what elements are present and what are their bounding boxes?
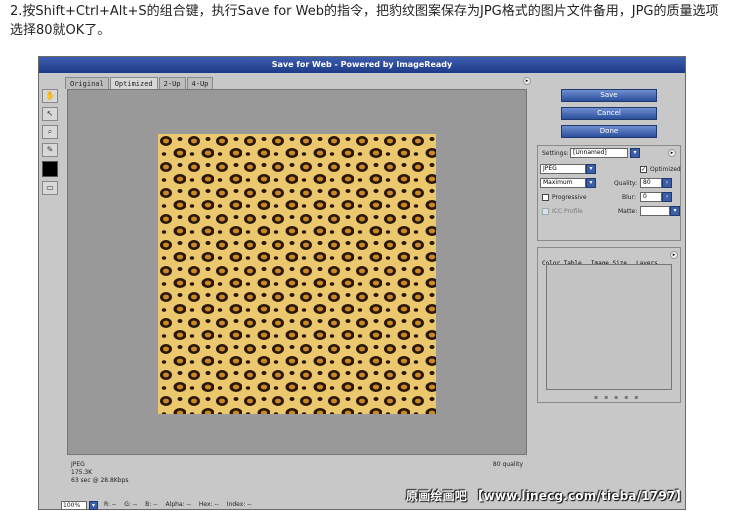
matte-dropdown-icon[interactable]: ▾ — [670, 206, 680, 216]
info-time: 63 sec @ 28.8Kbps — [71, 477, 129, 484]
tab-optimized[interactable]: Optimized — [109, 77, 158, 89]
color-table-menu-icon[interactable]: ▸ — [670, 251, 678, 259]
color-table-buttons-icon[interactable]: ▪▪▪▪▪ — [594, 394, 644, 401]
hand-tool-icon[interactable]: ✋ — [42, 89, 58, 103]
blur-label: Blur: — [622, 194, 636, 201]
format-dropdown-icon[interactable]: ▾ — [586, 164, 596, 174]
view-tabs: Original Optimized 2-Up 4-Up — [65, 77, 214, 89]
status-b: B: -- — [145, 501, 158, 508]
icc-profile-checkbox[interactable] — [542, 208, 549, 215]
progressive-label: Progressive — [552, 194, 587, 201]
leopard-pattern-image — [158, 134, 436, 414]
eyedropper-tool-icon[interactable]: ✎ — [42, 143, 58, 157]
color-table-panel: Color Table Image Size Layers ▸ ▪▪▪▪▪ — [537, 247, 681, 403]
zoom-dropdown-icon[interactable]: ▾ — [89, 500, 98, 510]
quality-preset-select[interactable]: Maximum — [540, 178, 586, 188]
toolbox: ✋ ↖ ⌕ ✎ ▭ — [41, 89, 59, 249]
status-g: G: -- — [124, 501, 138, 508]
format-select[interactable]: JPEG — [540, 164, 586, 174]
eyedropper-color-swatch[interactable] — [42, 161, 58, 177]
preview-canvas[interactable] — [67, 89, 527, 455]
slice-select-tool-icon[interactable]: ↖ — [42, 107, 58, 121]
image-info-bar: JPEG 175.3K 63 sec @ 28.8Kbps 80 quality — [67, 455, 527, 491]
tab-4-up[interactable]: 4-Up — [186, 77, 214, 89]
status-r: R: -- — [104, 501, 117, 508]
quality-slider-icon[interactable]: › — [662, 178, 672, 188]
done-button[interactable]: Done — [561, 125, 657, 138]
blur-input[interactable]: 0 — [640, 192, 662, 202]
blur-slider-icon[interactable]: › — [662, 192, 672, 202]
optimized-label: Optimized — [650, 166, 681, 173]
quality-input[interactable]: 80 — [640, 178, 662, 188]
cancel-button[interactable]: Cancel — [561, 107, 657, 120]
quality-preset-dropdown-icon[interactable]: ▾ — [586, 178, 596, 188]
toggle-slices-icon[interactable]: ▭ — [42, 181, 58, 195]
matte-label: Matte: — [618, 208, 638, 215]
settings-preset-select[interactable]: [Unnamed] — [570, 148, 628, 158]
info-format: JPEG — [71, 461, 85, 468]
info-quality: 80 quality — [492, 461, 523, 468]
settings-menu-icon[interactable]: ▸ — [668, 149, 676, 157]
settings-preset-dropdown-icon[interactable]: ▾ — [630, 148, 640, 158]
instruction-caption: 2.按Shift+Ctrl+Alt+S的组合键，执行Save for Web的指… — [10, 4, 719, 38]
tab-original[interactable]: Original — [65, 77, 109, 89]
settings-panel: Settings: [Unnamed] ▾ ▸ JPEG ▾ ✓ Optimiz… — [537, 145, 681, 241]
tab-2-up[interactable]: 2-Up — [158, 77, 186, 89]
settings-label: Settings: — [542, 150, 569, 157]
status-index: Index: -- — [226, 501, 252, 508]
save-for-web-dialog: Save for Web - Powered by ImageReady Ori… — [38, 56, 686, 510]
zoom-level-field[interactable]: 100% — [61, 500, 87, 510]
preview-menu-icon[interactable]: ▸ — [523, 77, 531, 85]
window-title: Save for Web - Powered by ImageReady — [39, 57, 685, 73]
watermark-text: 原画绘画吧 【www.linecg.com/tieba/1797】 — [406, 489, 688, 503]
icc-profile-label: ICC Profile — [552, 208, 583, 215]
save-button[interactable]: Save — [561, 89, 657, 102]
matte-select[interactable] — [640, 206, 670, 216]
status-hex: Hex: -- — [198, 501, 219, 508]
status-alpha: Alpha: -- — [165, 501, 191, 508]
color-table-grid[interactable] — [546, 264, 672, 390]
progressive-checkbox[interactable] — [542, 194, 549, 201]
info-size: 175.3K — [71, 469, 93, 476]
quality-label: Quality: — [614, 180, 638, 187]
leopard-pattern-svg — [158, 134, 436, 414]
zoom-tool-icon[interactable]: ⌕ — [42, 125, 58, 139]
optimized-checkbox[interactable]: ✓ — [640, 166, 647, 173]
